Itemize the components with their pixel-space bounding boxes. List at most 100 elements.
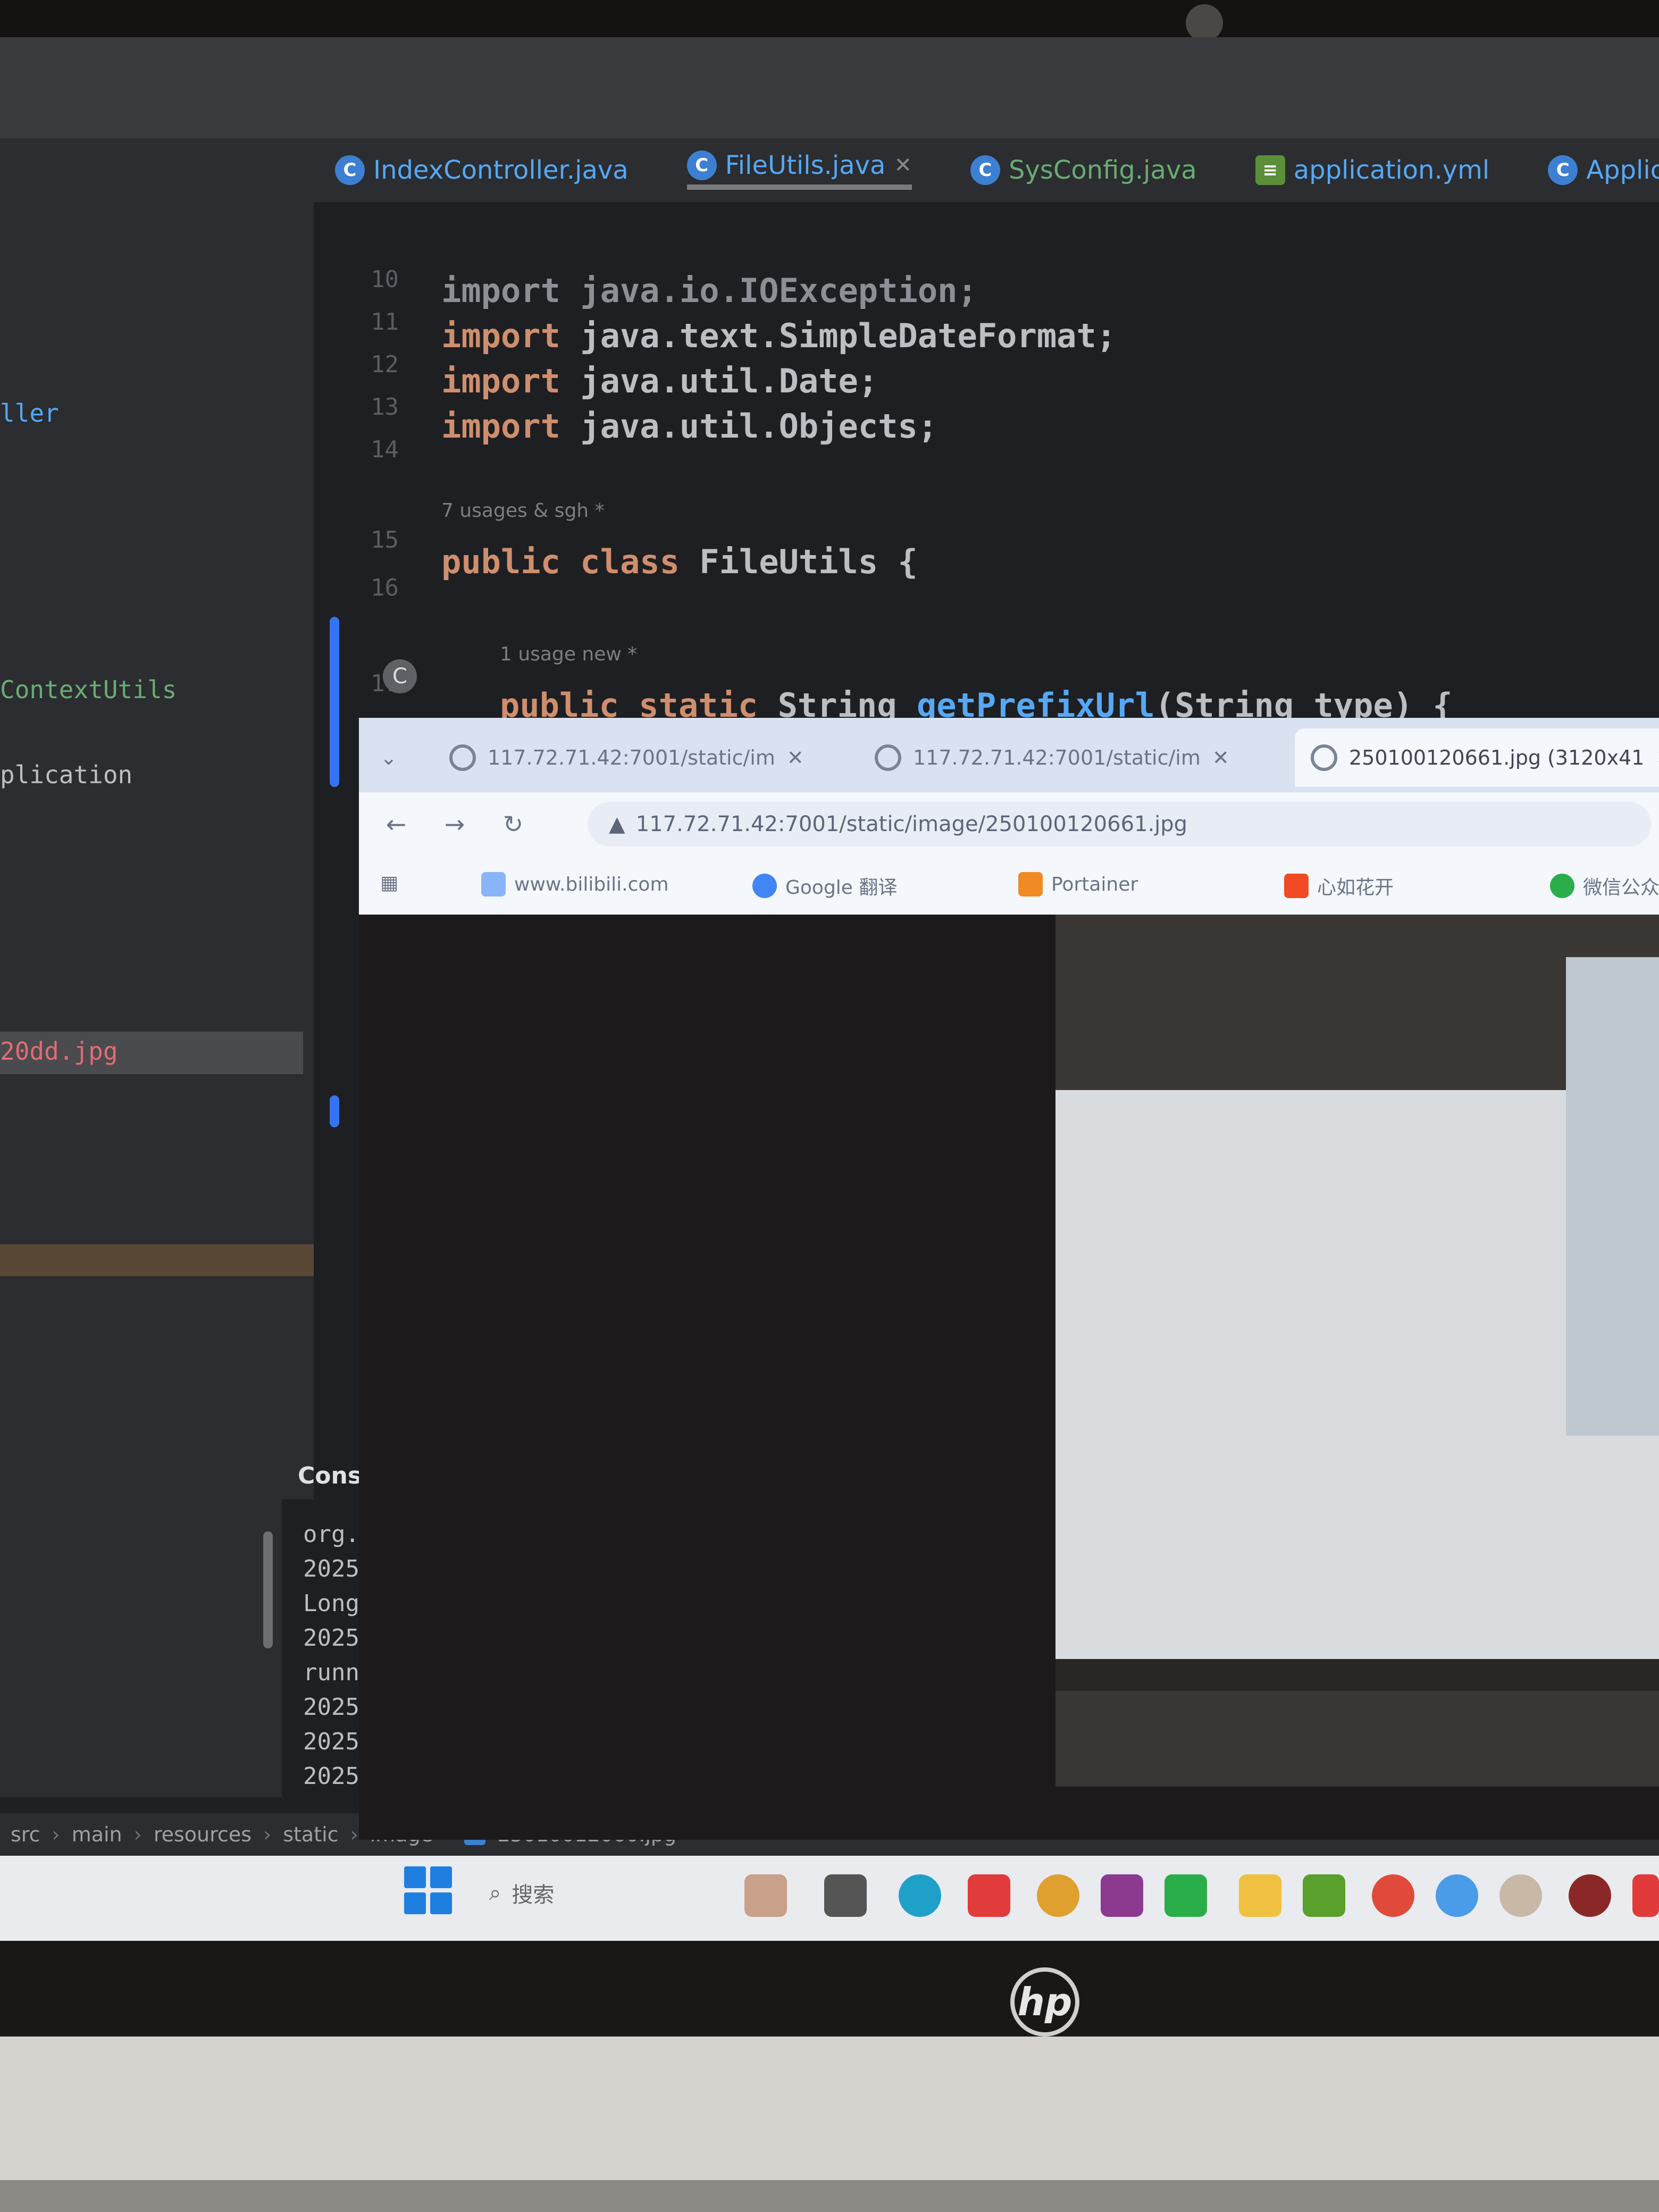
bookmark-label: Google 翻译 [785,877,898,899]
code-text: java.util.Date; [560,362,878,400]
wechat-icon[interactable] [1164,1874,1207,1917]
app-icon[interactable] [1101,1874,1143,1917]
usage-hint[interactable]: 7 usages & sgh * [441,500,605,522]
app-icon[interactable] [1436,1874,1478,1917]
keyword: public [441,542,560,581]
app-icon[interactable] [1569,1874,1611,1917]
back-icon[interactable]: ← [380,808,412,840]
laptop-edge [0,2180,1659,2212]
bookmark-label: Portainer [1051,873,1138,895]
breadcrumb-item[interactable]: main [72,1823,122,1846]
bookmark-item[interactable]: 微信公众 [1550,872,1659,900]
globe-icon [875,744,901,771]
browser-tab-active[interactable]: 250100120661.jpg (3120x41 ✕ [1295,728,1659,787]
edge-icon[interactable] [899,1874,941,1917]
image-viewer [359,915,1659,1840]
chevron-right-icon: › [52,1823,60,1846]
close-icon[interactable]: ✕ [787,746,804,769]
close-icon[interactable]: ✕ [1656,746,1659,769]
tab-file-utils[interactable]: C FileUtils.java ✕ [686,150,912,190]
chevron-right-icon: › [133,1823,142,1846]
tab-label: application.yml [1293,155,1490,185]
google-translate-icon [752,874,777,898]
taskbar-search[interactable]: ⌕ 搜索 [479,1872,627,1914]
chevron-right-icon: › [263,1823,272,1846]
vcs-change-marker[interactable] [330,1095,339,1127]
wps-icon[interactable] [968,1874,1010,1917]
browser-tab-title: 250100120661.jpg (3120x41 [1349,746,1645,769]
browser-toolbar: ← → ↻ ▲ 117.72.71.42:7001/static/image/2… [359,792,1659,856]
panel-divider[interactable] [0,1244,319,1276]
code-editor[interactable]: import java.io.IOException; import java.… [441,202,1659,734]
yaml-icon: ≡ [1255,155,1285,185]
project-item[interactable]: ller [0,399,59,428]
project-item-selected[interactable]: 20dd.jpg [0,1037,118,1066]
project-item[interactable]: plication [0,760,132,789]
project-item[interactable]: ContextUtils [0,675,177,704]
breadcrumb-item[interactable]: static [283,1823,338,1846]
class-icon: C [335,155,365,185]
bookmark-item[interactable]: Portainer [1018,872,1138,896]
task-view-icon[interactable] [824,1874,867,1917]
tab-applica[interactable]: C Applica [1548,155,1659,185]
app-icon[interactable] [1632,1874,1659,1917]
tab-label: Applica [1586,155,1659,185]
keyword: import [441,362,560,400]
address-bar[interactable]: ▲ 117.72.71.42:7001/static/image/2501001… [588,802,1651,847]
browser-tab[interactable]: 117.72.71.42:7001/static/im ✕ [449,728,804,787]
tab-label: IndexController.java [373,155,629,185]
ide-titlebar [0,37,1659,138]
usage-hint[interactable]: 1 usage new * [500,643,637,665]
app-icon[interactable] [1037,1874,1079,1917]
tab-index-controller[interactable]: C IndexController.java [335,155,629,185]
reload-icon[interactable]: ↻ [497,808,529,840]
forward-icon[interactable]: → [439,808,471,840]
line-number: 12 [371,351,399,378]
globe-icon [1311,744,1337,771]
bookmarks-bar: ▦ www.bilibili.com Google 翻译 Portainer 心… [359,856,1659,916]
code-line: public class FileUtils { [441,542,918,581]
apps-icon[interactable]: ▦ [380,872,398,894]
console-line: Long [303,1590,359,1617]
close-icon[interactable]: ✕ [1212,746,1229,769]
close-icon[interactable]: ✕ [894,153,912,178]
search-icon: ⌕ [489,1881,501,1905]
bookmark-item[interactable]: 心如花开 [1284,872,1394,900]
bookmark-item[interactable]: Google 翻译 [752,872,897,900]
bookmark-label: 心如花开 [1317,877,1394,899]
tab-label: FileUtils.java [725,150,886,180]
photo-taskbar [1055,1659,1659,1691]
browser-tab[interactable]: 117.72.71.42:7001/static/im ✕ [875,728,1229,787]
class-name: FileUtils { [699,542,918,581]
laptop-top-bezel [0,0,1659,37]
windows-start-icon[interactable] [404,1866,452,1914]
line-number: 13 [371,393,399,421]
app-icon[interactable] [1499,1874,1542,1917]
run-gutter-icon[interactable]: C [383,659,417,693]
line-number: 11 [371,308,399,336]
chevron-right-icon: › [350,1823,358,1846]
class-icon: C [970,155,1000,185]
console-scrollbar[interactable] [263,1531,273,1648]
keyword: import [441,316,560,355]
line-number: 16 [371,574,399,601]
app-icon[interactable] [1303,1874,1345,1917]
chrome-icon[interactable] [1372,1874,1414,1917]
code-text: java.util.Objects; [560,407,938,446]
line-number: 14 [371,436,399,463]
breadcrumb-item[interactable]: src [11,1823,40,1846]
tab-application-yml[interactable]: ≡ application.yml [1255,155,1490,185]
vcs-change-marker[interactable] [330,617,339,787]
code-line: import java.io.IOException; [441,271,977,310]
file-explorer-icon[interactable] [1239,1874,1281,1917]
tab-sys-config[interactable]: C SysConfig.java [970,155,1197,185]
line-number: 15 [371,526,399,554]
portainer-icon [1018,872,1043,896]
code-line: import java.util.Objects; [441,407,937,446]
tab-search-icon[interactable]: ⌄ [380,728,423,787]
keyword: class [580,542,680,581]
breadcrumb-item[interactable]: resources [154,1823,252,1846]
not-secure-icon[interactable]: ▲ [609,812,625,836]
bookmark-item[interactable]: www.bilibili.com [481,872,669,896]
widgets-icon[interactable] [744,1874,787,1917]
